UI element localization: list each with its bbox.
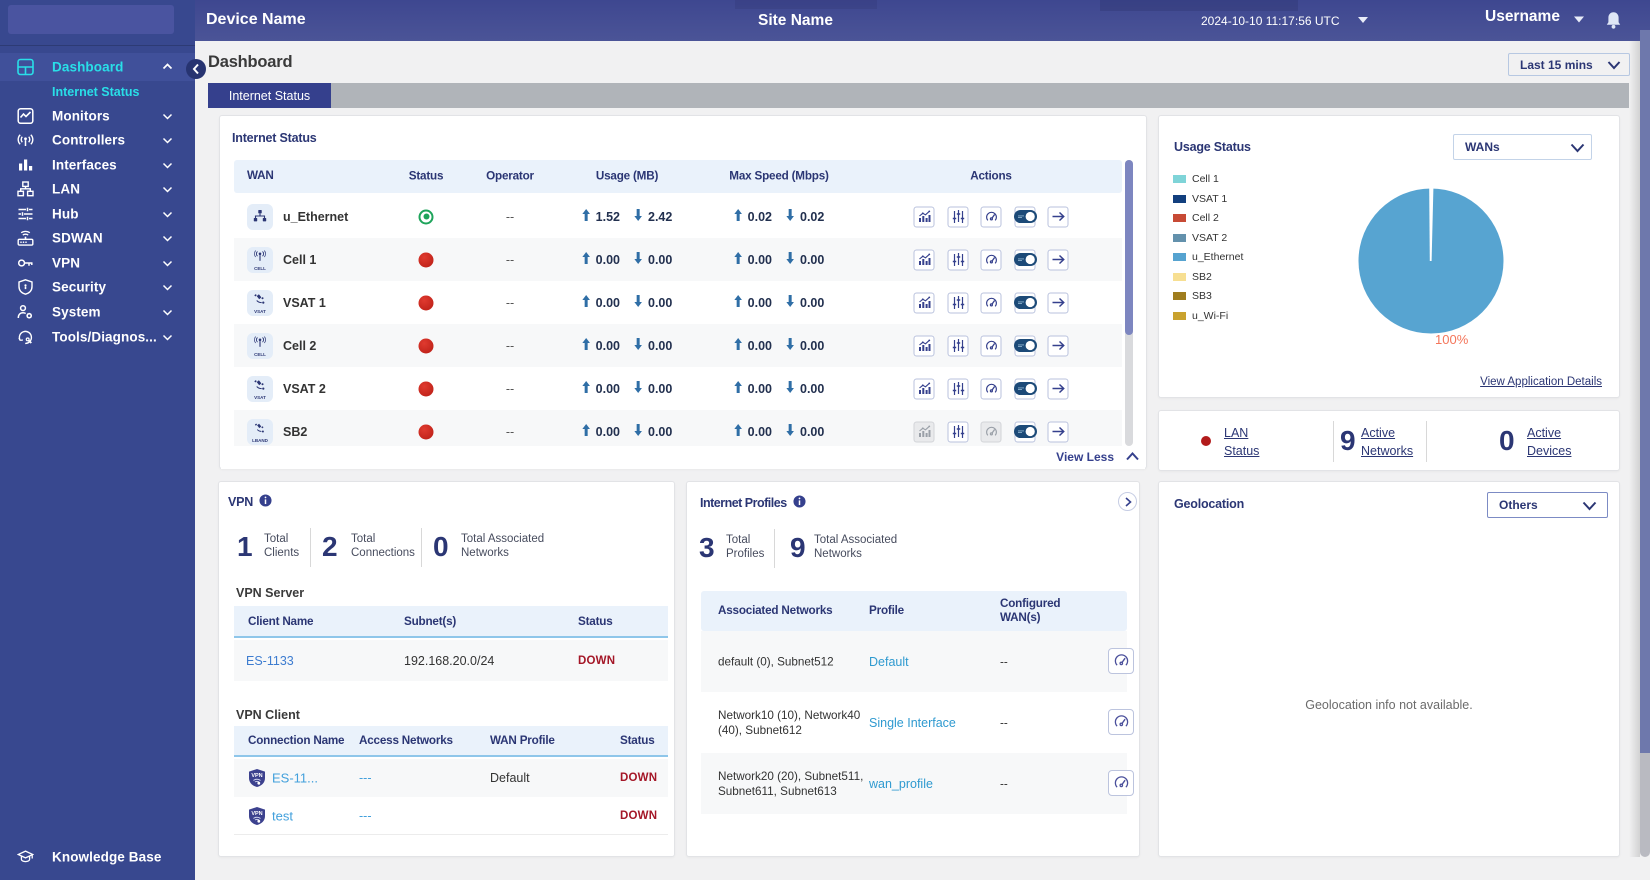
svg-text:VPN: VPN [251, 773, 262, 779]
svg-text:VPN: VPN [251, 811, 262, 817]
